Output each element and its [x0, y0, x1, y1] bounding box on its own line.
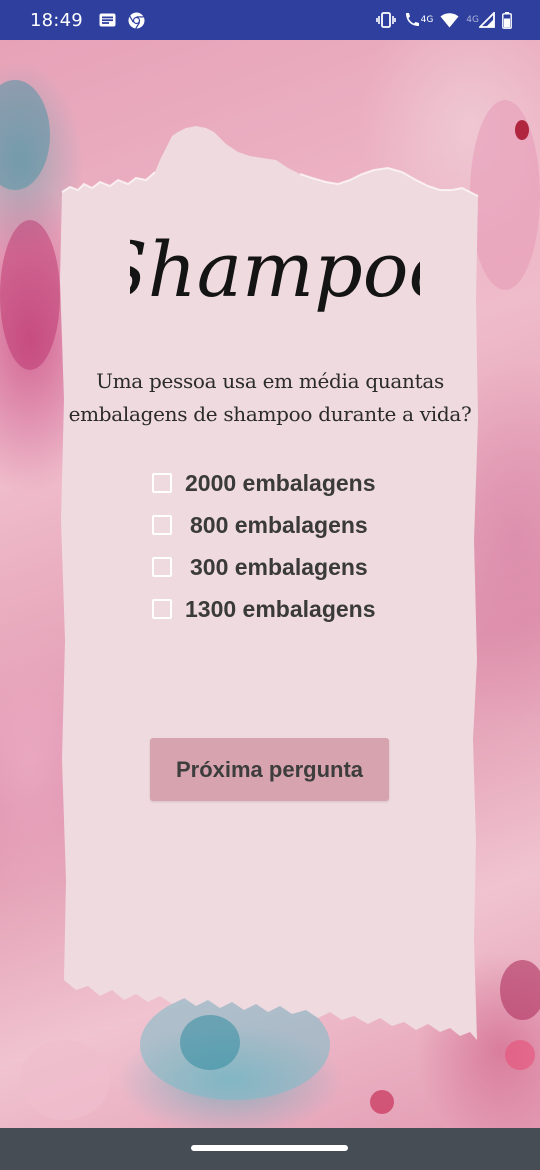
answer-options: 2000 embalagens 800 embalagens 300 embal…	[152, 462, 452, 630]
question-text: Uma pessoa usa em média quantas embalage…	[60, 365, 480, 431]
vibrate-icon	[375, 12, 396, 28]
volte-label: 4G	[420, 14, 434, 25]
navigation-bar	[0, 1128, 540, 1170]
volte-call-icon: 4G	[403, 11, 434, 29]
home-gesture-handle[interactable]	[191, 1145, 348, 1151]
option-800[interactable]: 800 embalagens	[152, 504, 452, 546]
option-label: 300 embalagens	[190, 553, 368, 580]
logo-text: Shampoo	[130, 225, 420, 314]
question-line-1: Uma pessoa usa em média quantas	[96, 369, 444, 393]
status-time: 18:49	[30, 9, 83, 31]
news-icon	[99, 13, 116, 27]
option-300[interactable]: 300 embalagens	[152, 546, 452, 588]
option-label: 1300 embalagens	[185, 595, 376, 622]
battery-icon	[502, 11, 512, 29]
checkbox[interactable]	[152, 473, 172, 493]
signal-4g-icon: 4G	[466, 12, 495, 28]
next-question-button[interactable]: Próxima pergunta	[150, 738, 389, 801]
chrome-icon	[128, 12, 145, 29]
checkbox[interactable]	[152, 515, 172, 535]
wifi-icon	[440, 12, 459, 28]
option-2000[interactable]: 2000 embalagens	[152, 462, 452, 504]
status-bar: 18:49 4G 4G	[0, 0, 540, 40]
question-line-2: embalagens de shampoo durante a vida?	[68, 402, 472, 426]
option-1300[interactable]: 1300 embalagens	[152, 588, 452, 630]
checkbox[interactable]	[152, 599, 172, 619]
shampoo-logo: Shampoo	[96, 188, 455, 358]
option-label: 2000 embalagens	[185, 469, 376, 496]
signal-label: 4G	[466, 14, 479, 25]
checkbox[interactable]	[152, 557, 172, 577]
option-label: 800 embalagens	[190, 511, 368, 538]
